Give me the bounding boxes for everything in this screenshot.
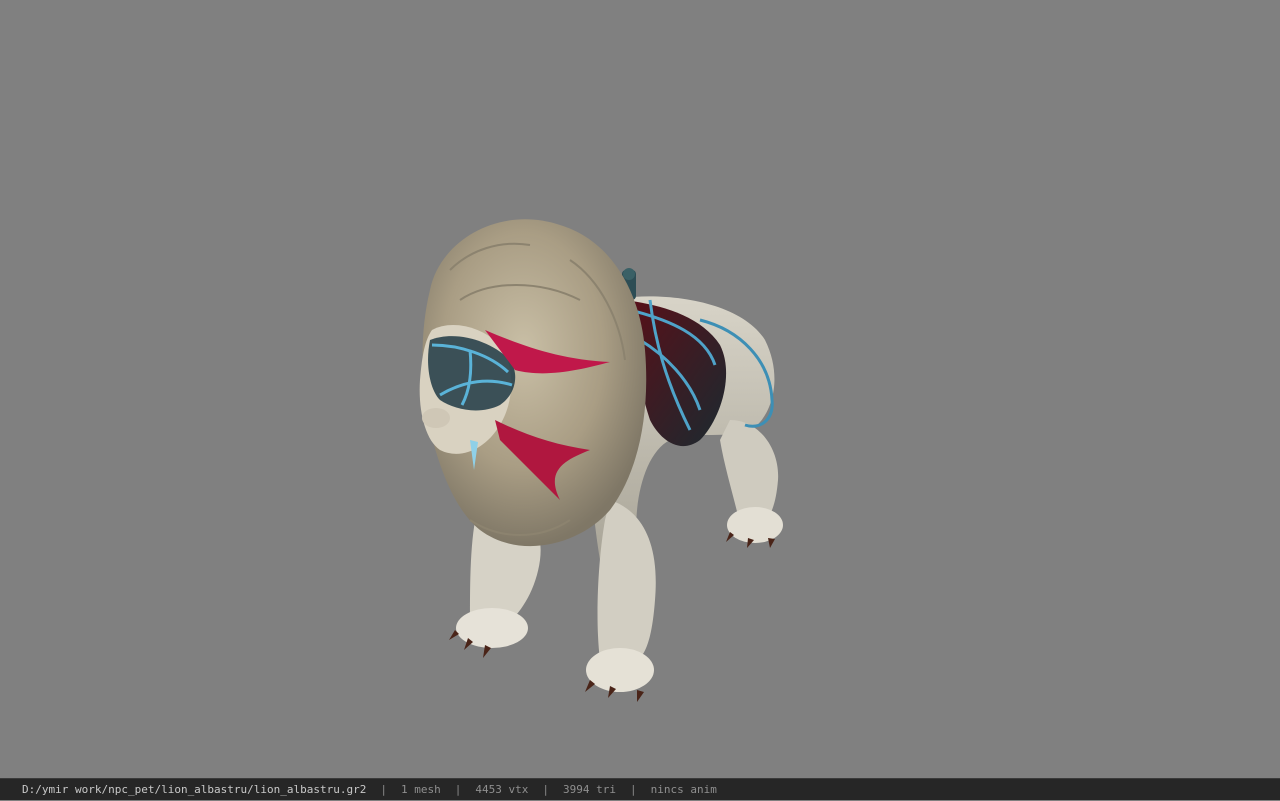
separator: | bbox=[380, 782, 387, 796]
file-path-label: D:/ymir work/npc_pet/lion_albastru/lion_… bbox=[22, 782, 367, 796]
3d-viewport[interactable] bbox=[0, 0, 1280, 778]
separator: | bbox=[629, 782, 637, 796]
animation-label: nincs anim bbox=[650, 782, 717, 796]
status-bar: D:/ymir work/npc_pet/lion_albastru/lion_… bbox=[0, 778, 1280, 800]
separator: | bbox=[454, 782, 462, 796]
triangle-count-label: 3994 tri bbox=[562, 782, 616, 796]
lion-model-render[interactable] bbox=[0, 0, 1280, 778]
mesh-count-label: 1 mesh bbox=[401, 782, 441, 796]
vertex-count-label: 4453 vtx bbox=[475, 782, 529, 796]
separator: | bbox=[542, 782, 549, 796]
